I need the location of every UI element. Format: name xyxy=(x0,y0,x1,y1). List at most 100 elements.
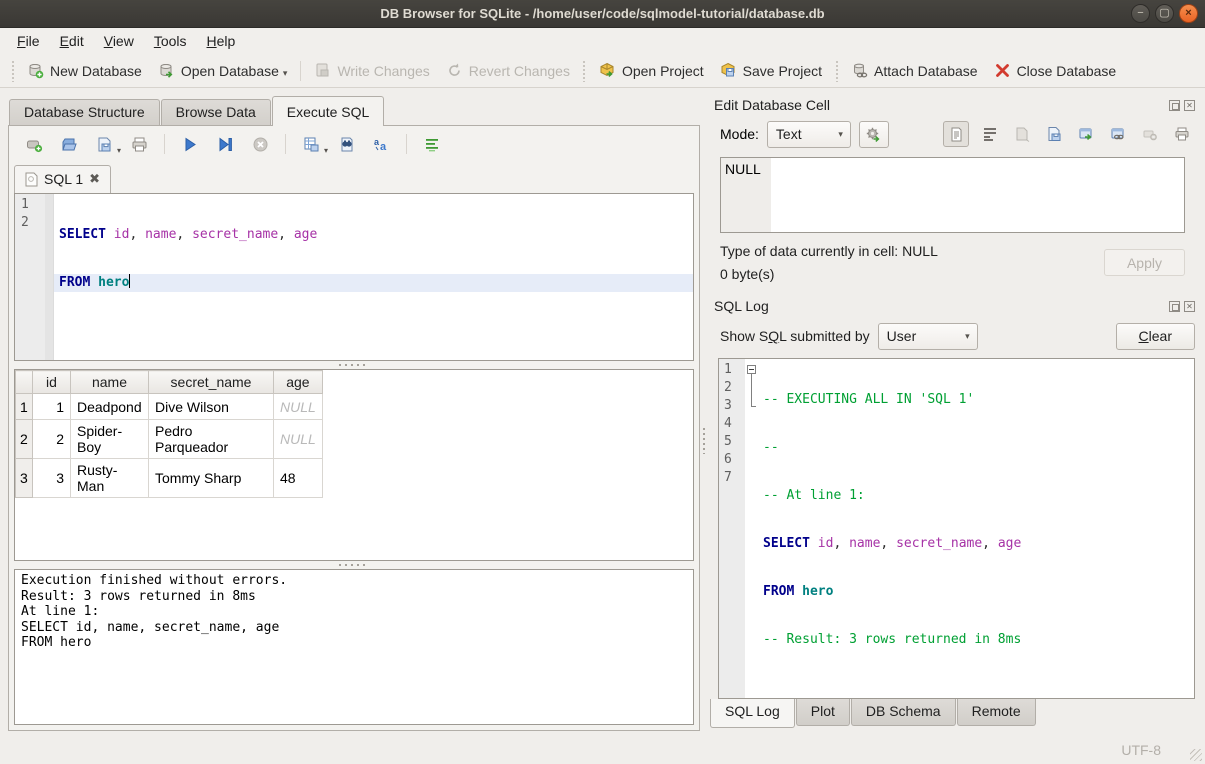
open-link-icon xyxy=(1110,126,1126,142)
log-line-3: -- At line 1: xyxy=(758,487,1194,505)
column-header-name[interactable]: name xyxy=(71,371,149,394)
fold-collapse-icon[interactable] xyxy=(747,365,756,374)
cell-value-editor[interactable]: NULL xyxy=(720,157,1185,233)
minimize-button[interactable]: − xyxy=(1131,4,1150,23)
sql-editor[interactable]: 1 2 SELECT id, name, secret_name, age FR… xyxy=(14,193,694,361)
submitted-by-select[interactable]: User ▾ xyxy=(878,323,978,350)
open-project-button[interactable]: Open Project xyxy=(591,58,712,83)
log-line-numbers: 1 2 3 4 5 6 7 xyxy=(719,359,745,698)
vertical-splitter[interactable] xyxy=(700,88,708,735)
export-dropdown-arrow[interactable]: ▾ xyxy=(324,146,328,155)
cell-secret-name[interactable]: Pedro Parqueador xyxy=(149,420,274,459)
sql-log-view[interactable]: 1 2 3 4 5 6 7 -- EXECUTING ALL IN 'SQL 1… xyxy=(718,358,1195,699)
new-sql-tab-button[interactable] xyxy=(23,133,45,155)
table-row: 1 1 Deadpond Dive Wilson NULL xyxy=(16,394,323,420)
save-sql-dropdown-arrow[interactable]: ▾ xyxy=(117,146,121,155)
toolbar-grip[interactable] xyxy=(834,60,839,82)
editor-code-area[interactable]: SELECT id, name, secret_name, age FROM h… xyxy=(54,194,693,360)
word-wrap-button[interactable] xyxy=(421,133,443,155)
dock-tab-db-schema[interactable]: DB Schema xyxy=(851,699,956,726)
menu-file[interactable]: File xyxy=(8,30,49,52)
log-fold-margin[interactable] xyxy=(745,359,758,698)
cell-name[interactable]: Spider-Boy xyxy=(71,420,149,459)
export-results-button[interactable]: ▾ xyxy=(300,133,322,155)
dock-tab-sql-log[interactable]: SQL Log xyxy=(710,699,795,728)
print-cell-button[interactable] xyxy=(1171,123,1193,145)
clear-log-button[interactable]: Clear xyxy=(1116,323,1195,350)
editor-results-splitter[interactable] xyxy=(9,361,699,369)
close-button[interactable]: × xyxy=(1179,4,1198,23)
cell-id[interactable]: 2 xyxy=(33,420,71,459)
dock-tab-remote[interactable]: Remote xyxy=(957,699,1036,726)
text-mode-button[interactable] xyxy=(943,121,969,147)
menu-edit[interactable]: Edit xyxy=(51,30,93,52)
close-dock-icon[interactable]: ✕ xyxy=(1184,100,1195,111)
cell-age[interactable]: NULL xyxy=(274,420,323,459)
format-sql-button[interactable]: aa xyxy=(370,133,392,155)
open-link-button[interactable] xyxy=(1107,123,1129,145)
cell-secret-name[interactable]: Tommy Sharp xyxy=(149,459,274,498)
editor-line-numbers: 1 2 xyxy=(15,194,45,360)
status-bar: UTF-8 xyxy=(0,735,1205,764)
window-title: DB Browser for SQLite - /home/user/code/… xyxy=(380,6,824,21)
write-changes-icon xyxy=(314,62,331,79)
column-header-age[interactable]: age xyxy=(274,371,323,394)
toolbar-grip[interactable] xyxy=(10,60,15,82)
dock-tab-plot[interactable]: Plot xyxy=(796,699,850,726)
float-dock-icon[interactable] xyxy=(1169,100,1180,111)
execute-line-button[interactable] xyxy=(214,133,236,155)
print-button[interactable] xyxy=(128,133,150,155)
word-wrap-cell-button[interactable] xyxy=(979,123,1001,145)
cell-secret-name[interactable]: Dive Wilson xyxy=(149,394,274,420)
toolbar-grip[interactable] xyxy=(582,60,587,82)
mode-select[interactable]: Text ▾ xyxy=(767,121,851,148)
log-line-2: -- xyxy=(758,439,1194,457)
save-project-button[interactable]: Save Project xyxy=(712,58,830,83)
sql-tab-close-icon[interactable]: ✖ xyxy=(89,171,100,187)
open-sql-file-button[interactable] xyxy=(58,133,80,155)
execute-all-button[interactable] xyxy=(179,133,201,155)
find-button[interactable] xyxy=(335,133,357,155)
float-dock-icon[interactable] xyxy=(1169,301,1180,312)
tab-database-structure[interactable]: Database Structure xyxy=(9,99,160,125)
tab-browse-data[interactable]: Browse Data xyxy=(161,99,271,125)
close-database-button[interactable]: Close Database xyxy=(986,58,1125,83)
column-header-id[interactable]: id xyxy=(33,371,71,394)
find-icon xyxy=(338,136,355,153)
menu-help[interactable]: Help xyxy=(198,30,245,52)
set-as-button[interactable] xyxy=(1075,123,1097,145)
cell-id[interactable]: 1 xyxy=(33,394,71,420)
open-database-dropdown-arrow[interactable]: ▾ xyxy=(283,68,288,79)
tab-execute-sql[interactable]: Execute SQL xyxy=(272,96,385,126)
results-message-splitter[interactable] xyxy=(9,561,699,569)
right-pane: Edit Database Cell ✕ Mode: Text ▾ xyxy=(708,88,1205,735)
stop-icon xyxy=(252,136,269,153)
column-header-secret-name[interactable]: secret_name xyxy=(149,371,274,394)
save-sql-file-button[interactable]: ▾ xyxy=(93,133,115,155)
cell-age[interactable]: 48 xyxy=(274,459,323,498)
sql-1-tab[interactable]: SQL 1 ✖ xyxy=(14,165,111,193)
maximize-button[interactable]: ▢ xyxy=(1155,4,1174,23)
attach-database-button[interactable]: Attach Database xyxy=(843,58,986,83)
corner-header[interactable] xyxy=(16,371,33,394)
resize-grip[interactable] xyxy=(1190,749,1202,761)
execute-all-icon xyxy=(182,136,199,153)
new-database-button[interactable]: New Database xyxy=(19,58,150,83)
export-cell-data-button[interactable] xyxy=(1043,123,1065,145)
cell-name[interactable]: Deadpond xyxy=(71,394,149,420)
close-dock-icon[interactable]: ✕ xyxy=(1184,301,1195,312)
row-header[interactable]: 1 xyxy=(16,394,33,420)
results-grid[interactable]: id name secret_name age 1 1 Deadpond Div… xyxy=(14,369,694,561)
title-bar[interactable]: DB Browser for SQLite - /home/user/code/… xyxy=(0,0,1205,28)
open-database-button[interactable]: Open Database ▾ xyxy=(150,58,296,83)
menu-view[interactable]: View xyxy=(95,30,143,52)
row-header[interactable]: 2 xyxy=(16,420,33,459)
filter-label: Show SQL submitted by xyxy=(720,328,870,344)
apply-settings-button[interactable] xyxy=(859,121,889,148)
cell-name[interactable]: Rusty-Man xyxy=(71,459,149,498)
cell-age[interactable]: NULL xyxy=(274,394,323,420)
menu-tools[interactable]: Tools xyxy=(145,30,196,52)
execute-sql-panel: ▾ ▾ aa SQL 1 xyxy=(8,125,700,731)
cell-id[interactable]: 3 xyxy=(33,459,71,498)
row-header[interactable]: 3 xyxy=(16,459,33,498)
